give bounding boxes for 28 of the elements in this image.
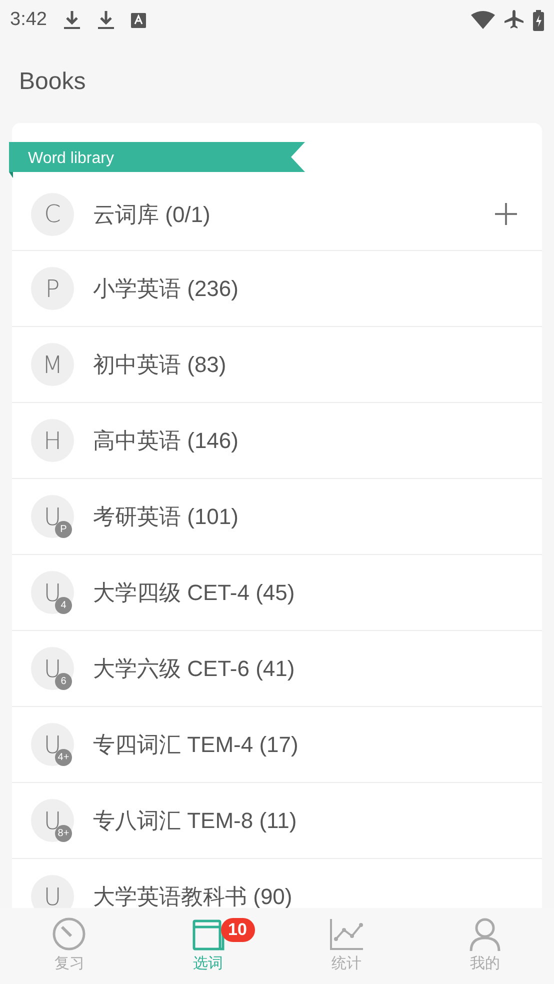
- battery-icon: [533, 10, 544, 30]
- book-row[interactable]: C 云词库 (0/1): [12, 178, 542, 250]
- page-title: Books: [19, 66, 86, 96]
- book-title: 云词库 (0/1): [93, 200, 210, 228]
- book-row[interactable]: H 高中英语 (146): [12, 402, 542, 478]
- download-icon: [62, 10, 81, 30]
- book-title: 专四词汇 TEM-4 (17): [93, 731, 298, 759]
- book-title: 专八词汇 TEM-8 (11): [93, 807, 297, 835]
- book-title: 大学六级 CET-6 (41): [93, 655, 295, 683]
- status-time: 3:42: [10, 8, 47, 32]
- book-title: 考研英语 (101): [93, 503, 238, 531]
- gauge-icon: [52, 916, 86, 951]
- keyboard-icon: [130, 12, 146, 28]
- person-icon: [468, 916, 502, 951]
- line-chart-icon: [329, 916, 364, 951]
- add-icon[interactable]: [494, 202, 518, 226]
- airplane-icon: [503, 9, 525, 31]
- book-title: 小学英语 (236): [93, 275, 238, 303]
- banner-label: Word library: [28, 149, 114, 169]
- book-row[interactable]: P 小学英语 (236): [12, 250, 542, 326]
- book-title: 初中英语 (83): [93, 351, 226, 379]
- book-row[interactable]: M 初中英语 (83): [12, 326, 542, 402]
- book-title: 大学四级 CET-4 (45): [93, 579, 295, 607]
- download-icon: [96, 10, 115, 30]
- wifi-icon: [471, 11, 495, 29]
- book-title: 高中英语 (146): [93, 427, 238, 455]
- count-badge: 10: [220, 918, 254, 942]
- nav-tab[interactable]: 选词 10: [138, 908, 277, 984]
